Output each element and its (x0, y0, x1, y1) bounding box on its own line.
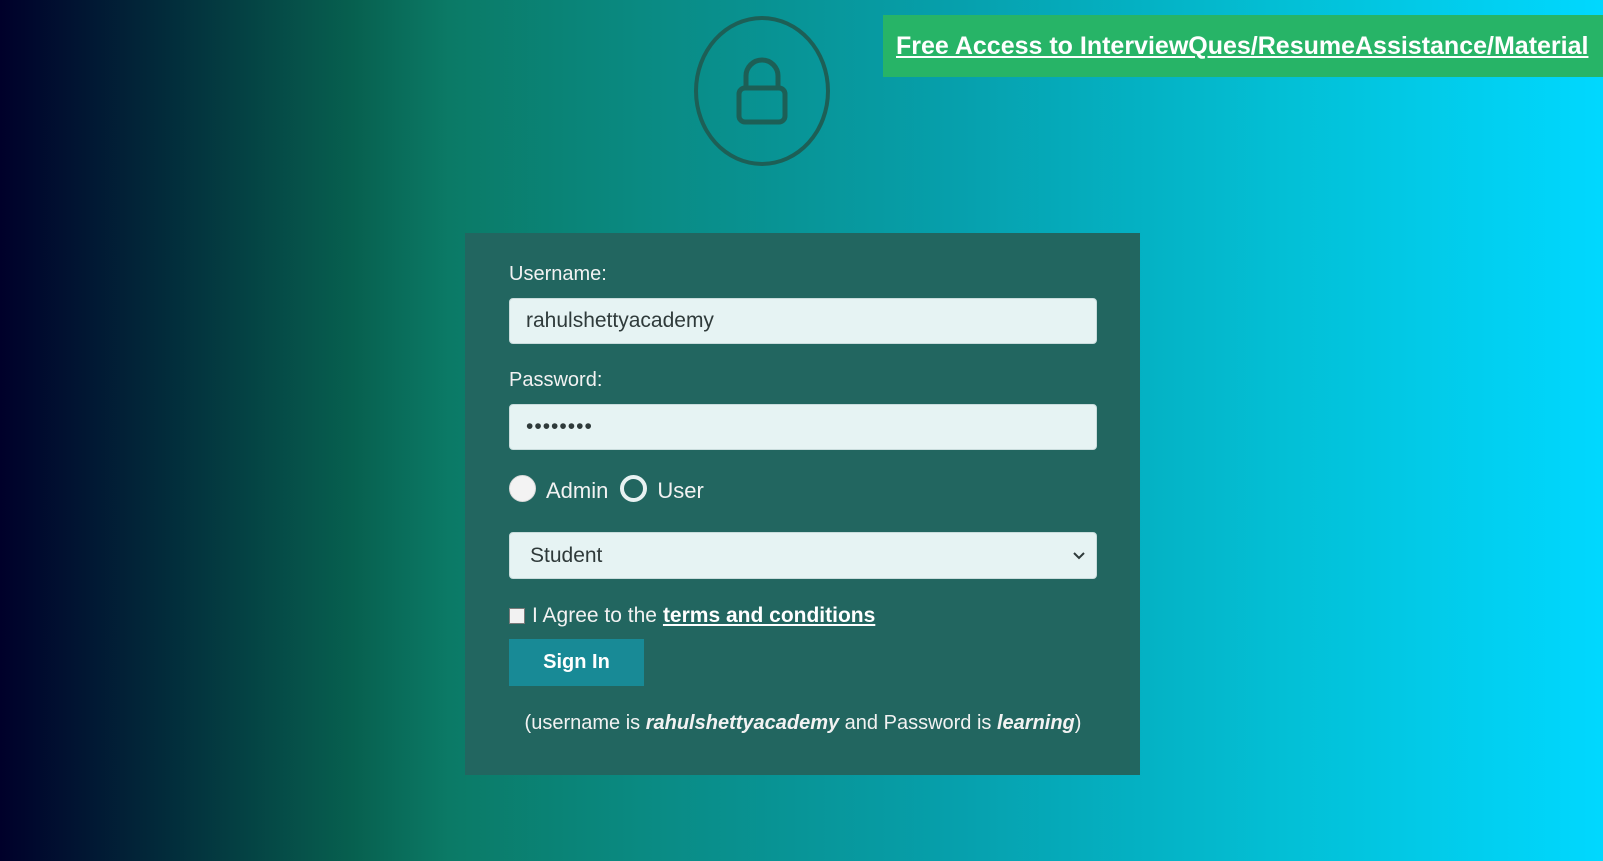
admin-radio[interactable] (509, 474, 536, 502)
role-select-value: Student (530, 543, 603, 567)
password-label: Password: (509, 369, 603, 391)
promo-banner: Free Access to InterviewQues/ResumeAssis… (883, 15, 1603, 77)
hint-part-3: ) (1074, 712, 1082, 734)
hint-part-1: (username is (524, 712, 646, 734)
lock-icon (736, 57, 788, 125)
terms-row: I Agree to the terms and conditions (509, 604, 1096, 628)
free-access-link[interactable]: Free Access to InterviewQues/ResumeAssis… (896, 32, 1588, 61)
password-input[interactable] (509, 404, 1097, 450)
user-radio-label[interactable]: User (657, 478, 703, 504)
role-radio-group: Admin User (509, 472, 1096, 504)
sign-in-button[interactable]: Sign In (509, 639, 644, 686)
hint-password: learning (996, 712, 1075, 734)
terms-prefix: I Agree to the (532, 604, 657, 627)
hint-part-2: and Password is (839, 712, 997, 734)
username-input[interactable] (509, 298, 1097, 344)
lock-badge (694, 16, 830, 166)
hint-username: rahulshettyacademy (645, 712, 840, 734)
role-select[interactable]: Student (509, 532, 1097, 579)
admin-radio-label[interactable]: Admin (546, 478, 608, 504)
username-label: Username: (509, 263, 607, 285)
terms-checkbox[interactable] (509, 608, 525, 624)
chevron-down-icon (1073, 551, 1085, 559)
login-form: Username: Password: Admin User Student I… (465, 233, 1140, 775)
user-radio[interactable] (620, 474, 648, 502)
credentials-hint: (username is rahulshettyacademy and Pass… (509, 712, 1097, 735)
terms-link[interactable]: terms and conditions (663, 604, 875, 628)
